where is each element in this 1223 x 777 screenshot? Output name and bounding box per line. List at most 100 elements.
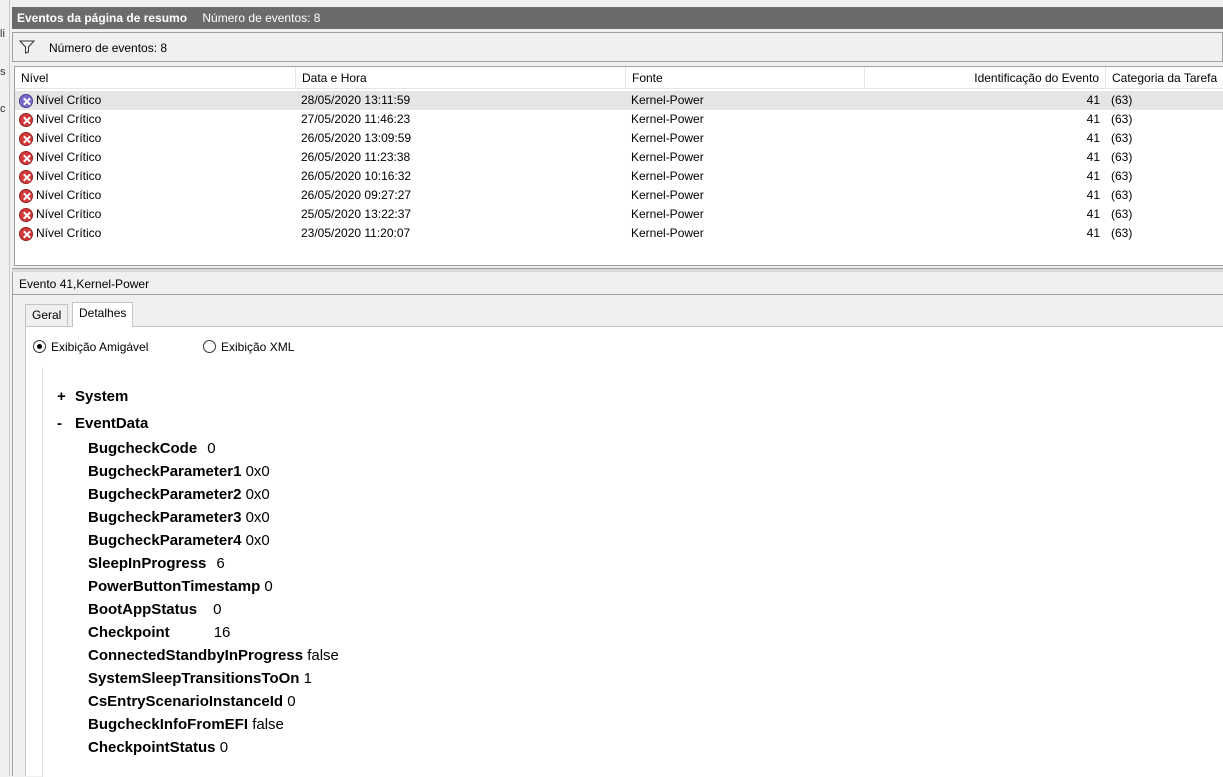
event-data-item: BugcheckCode 0 xyxy=(88,439,216,459)
table-row[interactable]: Nível Crítico 26/05/2020 09:27:27 Kernel… xyxy=(15,186,1223,205)
datetime-cell: 26/05/2020 11:23:38 xyxy=(301,150,411,164)
source-cell: Kernel-Power xyxy=(631,93,704,107)
data-value: 0 xyxy=(264,578,273,595)
left-window-edge: li s c xyxy=(0,0,10,776)
event-data-item: BugcheckParameter3 0x0 xyxy=(88,508,270,528)
datetime-cell: 26/05/2020 13:09:59 xyxy=(301,131,412,145)
event-data-item: CheckpointStatus 0 xyxy=(88,738,228,758)
data-key: SleepInProgress xyxy=(88,555,207,572)
divider xyxy=(13,294,1223,295)
datetime-cell: 27/05/2020 11:46:23 xyxy=(301,112,411,126)
table-row[interactable]: Nível Crítico 27/05/2020 11:46:23 Kernel… xyxy=(15,110,1223,129)
friendly-view-option[interactable]: Exibição Amigável xyxy=(33,339,148,355)
data-key: CsEntryScenarioInstanceId xyxy=(88,693,284,710)
level-cell: Nível Crítico xyxy=(36,169,102,183)
event-data-item: SystemSleepTransitionsToOn 1 xyxy=(88,669,312,689)
column-header-level[interactable]: Nível xyxy=(15,67,296,89)
data-key: BugcheckCode xyxy=(88,440,198,457)
column-header-task-category[interactable]: Categoria da Tarefa xyxy=(1106,67,1223,89)
data-key: BugcheckParameter2 xyxy=(88,486,242,503)
data-value: false xyxy=(252,716,284,733)
system-node[interactable]: + System xyxy=(57,387,128,407)
xml-view-option[interactable]: Exibição XML xyxy=(203,339,294,355)
table-row[interactable]: Nível Crítico 26/05/2020 13:09:59 Kernel… xyxy=(15,129,1223,148)
radio-unchecked-icon[interactable] xyxy=(203,340,216,354)
data-key: Checkpoint xyxy=(88,624,170,641)
event-data-item: BugcheckParameter1 0x0 xyxy=(88,462,270,482)
data-key: ConnectedStandbyInProgress xyxy=(88,647,304,664)
node-name: System xyxy=(75,388,129,405)
data-key: CheckpointStatus xyxy=(88,739,216,756)
xml-view-label: Exibição XML xyxy=(221,340,295,354)
event-id-cell: 41 xyxy=(1086,207,1100,221)
data-value: 0 xyxy=(213,601,222,618)
datetime-cell: 26/05/2020 10:16:32 xyxy=(301,169,412,183)
table-row[interactable]: Nível Crítico 23/05/2020 11:20:07 Kernel… xyxy=(15,224,1223,243)
data-value: 0 xyxy=(207,440,216,457)
event-id-cell: 41 xyxy=(1086,93,1100,107)
event-data-item: PowerButtonTimestamp 0 xyxy=(88,577,273,597)
event-data-view: + System - EventData BugcheckCode 0 Bugchec… xyxy=(42,367,1223,777)
event-id-cell: 41 xyxy=(1086,112,1100,126)
column-header-source[interactable]: Fonte xyxy=(626,67,865,89)
source-cell: Kernel-Power xyxy=(631,207,704,221)
event-data-item: BugcheckParameter2 0x0 xyxy=(88,485,270,505)
category-cell: (63) xyxy=(1111,226,1133,240)
table-row[interactable]: Nível Crítico 25/05/2020 13:22:37 Kernel… xyxy=(15,205,1223,224)
friendly-view-label: Exibição Amigável xyxy=(51,340,149,354)
clipped-text-1: li xyxy=(0,28,5,40)
eventdata-node[interactable]: - EventData xyxy=(57,414,148,434)
data-value: 0x0 xyxy=(245,532,270,549)
column-header-datetime[interactable]: Data e Hora xyxy=(296,67,626,89)
datetime-cell: 25/05/2020 13:22:37 xyxy=(301,207,412,221)
source-cell: Kernel-Power xyxy=(631,150,704,164)
category-cell: (63) xyxy=(1111,93,1133,107)
data-value: 0 xyxy=(219,739,229,756)
event-count-label: Número de eventos: 8 xyxy=(49,41,168,55)
data-key: BootAppStatus xyxy=(88,601,198,618)
data-value: false xyxy=(307,647,339,664)
radio-checked-icon[interactable] xyxy=(33,340,46,354)
column-header-event-id[interactable]: Identificação do Evento xyxy=(865,67,1106,89)
data-key: BugcheckParameter1 xyxy=(88,463,242,480)
datetime-cell: 23/05/2020 11:20:07 xyxy=(301,226,411,240)
table-row[interactable]: Nível Crítico 28/05/2020 13:11:59 Kernel… xyxy=(15,91,1223,110)
event-id-cell: 41 xyxy=(1086,131,1100,145)
category-cell: (63) xyxy=(1111,207,1133,221)
table-row[interactable]: Nível Crítico 26/05/2020 10:16:32 Kernel… xyxy=(15,167,1223,186)
datetime-cell: 26/05/2020 09:27:27 xyxy=(301,188,412,202)
level-cell: Nível Crítico xyxy=(36,150,102,164)
event-data-item: SleepInProgress 6 xyxy=(88,554,225,574)
critical-error-icon xyxy=(19,112,33,127)
source-cell: Kernel-Power xyxy=(631,131,704,145)
table-row[interactable]: Nível Crítico 26/05/2020 11:23:38 Kernel… xyxy=(15,148,1223,167)
data-key: BugcheckInfoFromEFI xyxy=(88,716,249,733)
data-value: 0x0 xyxy=(245,463,270,480)
data-key: PowerButtonTimestamp xyxy=(88,578,261,595)
source-cell: Kernel-Power xyxy=(631,169,704,183)
clipped-text-2: s xyxy=(0,66,6,78)
category-cell: (63) xyxy=(1111,131,1133,145)
event-data-item: CsEntryScenarioInstanceId 0 xyxy=(88,692,296,712)
level-cell: Nível Crítico xyxy=(36,226,102,240)
source-cell: Kernel-Power xyxy=(631,188,704,202)
critical-error-icon xyxy=(19,188,33,203)
critical-error-icon xyxy=(19,169,33,184)
expand-toggle[interactable]: + xyxy=(57,387,75,407)
table-header: Nível Data e Hora Fonte Identificação do… xyxy=(15,67,1223,89)
data-value: 0 xyxy=(287,693,296,710)
event-id-cell: 41 xyxy=(1086,150,1100,164)
tab-detalhes[interactable]: Detalhes xyxy=(72,302,134,327)
funnel-icon[interactable] xyxy=(18,40,36,54)
data-key: BugcheckParameter3 xyxy=(88,509,242,526)
tab-geral[interactable]: Geral xyxy=(25,304,69,326)
collapse-toggle[interactable]: - xyxy=(57,414,75,434)
event-data-item: BugcheckParameter4 0x0 xyxy=(88,531,270,551)
event-data-item: ConnectedStandbyInProgress false xyxy=(88,646,339,666)
details-panel: Exibição Amigável Exibição XML + System -… xyxy=(25,326,1223,777)
event-data-item: BootAppStatus 0 xyxy=(88,600,222,620)
critical-error-icon xyxy=(19,226,33,241)
category-cell: (63) xyxy=(1111,150,1133,164)
data-value: 1 xyxy=(303,670,312,687)
events-table: Nível Data e Hora Fonte Identificação do… xyxy=(14,66,1223,266)
